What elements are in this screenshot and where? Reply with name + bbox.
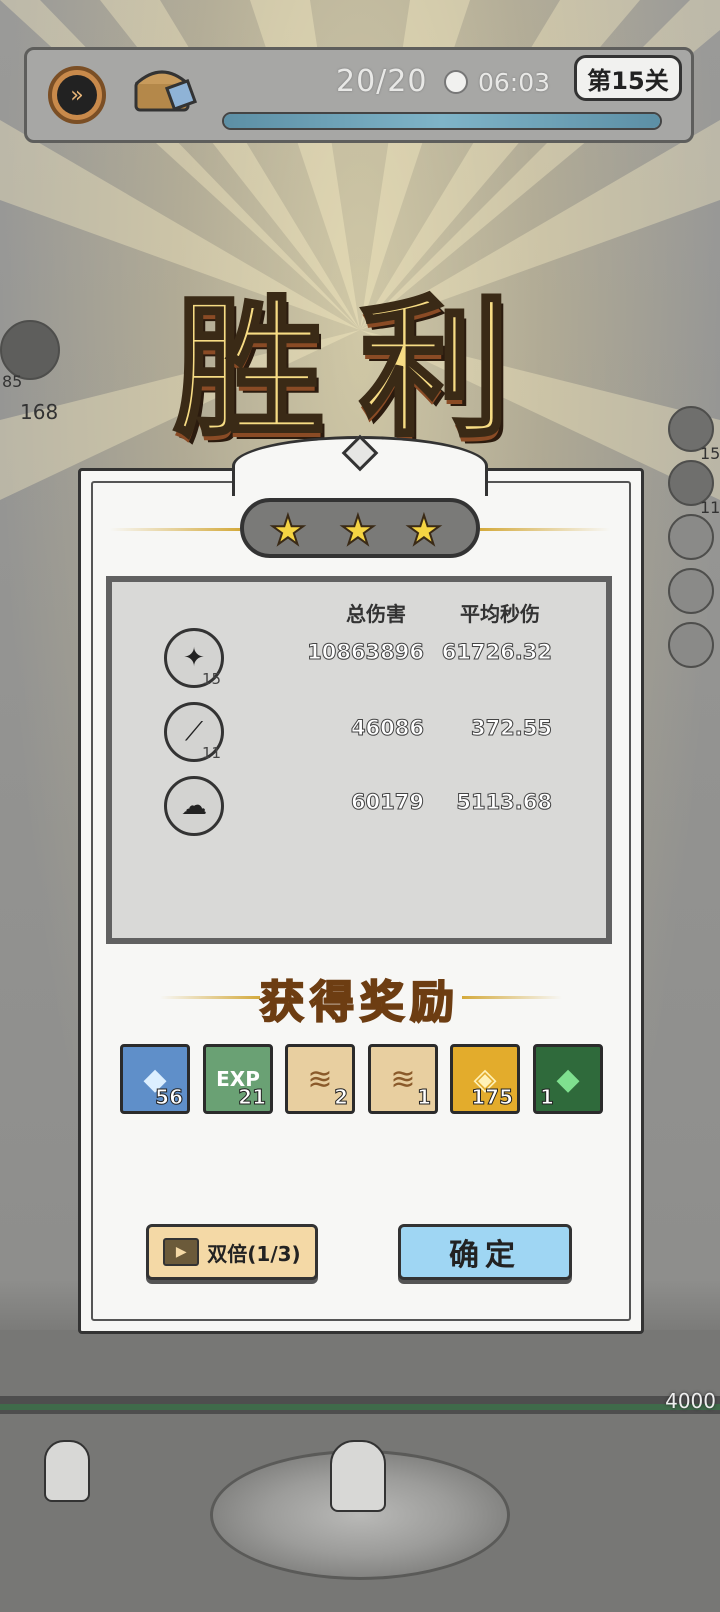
clock-icon — [444, 70, 468, 94]
timer: 06:03 — [478, 68, 551, 97]
star-icon: ★ — [405, 507, 443, 555]
confirm-label: 确定 — [449, 1238, 521, 1273]
total-damage-value: 46086 — [350, 716, 424, 741]
wave-progress-fill — [224, 114, 660, 128]
total-damage-header: 总伤害 — [346, 602, 406, 626]
side-skill-slot-3-icon[interactable] — [668, 514, 714, 560]
rewards-title: 获得奖励 — [259, 976, 460, 1029]
hero-character — [330, 1440, 386, 1512]
item-count: 175 — [471, 1085, 514, 1110]
total-damage-value: 60179 — [350, 790, 424, 815]
reward-item-scroll[interactable]: ≋ 2 — [285, 1044, 355, 1114]
item-count: 1 — [540, 1085, 555, 1110]
treasure-chest-icon[interactable] — [130, 60, 200, 116]
avg-dps-value: 5113.68 — [456, 790, 553, 815]
avg-dps-value: 372.55 — [470, 716, 552, 741]
side-skill-slot-5-icon[interactable] — [668, 622, 714, 668]
ally-character — [44, 1440, 90, 1502]
speed-button[interactable]: » — [48, 66, 106, 124]
gold-line-left — [110, 528, 240, 531]
side-skill-level-2: 11 — [700, 498, 720, 517]
reward-item-blue-crystal[interactable]: ◆ 56 — [120, 1044, 190, 1114]
scroll-icon: ≋ — [307, 1061, 333, 1097]
spirit-skill-icon: ☁ — [164, 776, 224, 836]
victory-title: 胜利 — [172, 279, 546, 459]
skill-level: 15 — [202, 670, 222, 688]
avg-dps-value: 61726.32 — [441, 640, 552, 665]
item-count: 56 — [155, 1085, 184, 1110]
total-damage-value: 10863896 — [307, 640, 425, 665]
double-reward-button[interactable]: ▶ 双倍(1/3) — [146, 1224, 318, 1280]
fast-forward-icon: » — [57, 75, 97, 115]
side-skill-slot-4-icon[interactable] — [668, 568, 714, 614]
reward-item-green-gem[interactable]: ◆ 1 — [533, 1044, 603, 1114]
star-icon: ★ — [339, 507, 377, 555]
wave-counter: 20/20 — [336, 64, 428, 99]
gold-line-right — [480, 528, 610, 531]
item-count: 1 — [417, 1085, 432, 1110]
confirm-button[interactable]: 确定 — [398, 1224, 572, 1280]
level-badge: 第15关 — [574, 55, 682, 101]
reward-item-exp[interactable]: EXP 21 — [203, 1044, 273, 1114]
double-reward-label: 双倍(1/3) — [207, 1241, 301, 1266]
skill-level: 11 — [202, 744, 222, 762]
item-count: 2 — [334, 1085, 349, 1110]
avg-dps-header: 平均秒伤 — [460, 602, 540, 626]
item-count: 21 — [238, 1085, 267, 1110]
reward-item-gold-coin[interactable]: ◈ 175 — [450, 1044, 520, 1114]
green-gem-icon: ◆ — [556, 1061, 580, 1097]
scroll-icon: ≋ — [390, 1061, 416, 1097]
wall-health-fill — [0, 1404, 720, 1410]
wall-health-value: 4000 — [665, 1389, 716, 1413]
reward-item-scroll[interactable]: ≋ 1 — [368, 1044, 438, 1114]
video-ad-icon: ▶ — [163, 1238, 200, 1266]
star-icon: ★ — [269, 507, 307, 555]
wave-progress-bar — [222, 112, 662, 130]
